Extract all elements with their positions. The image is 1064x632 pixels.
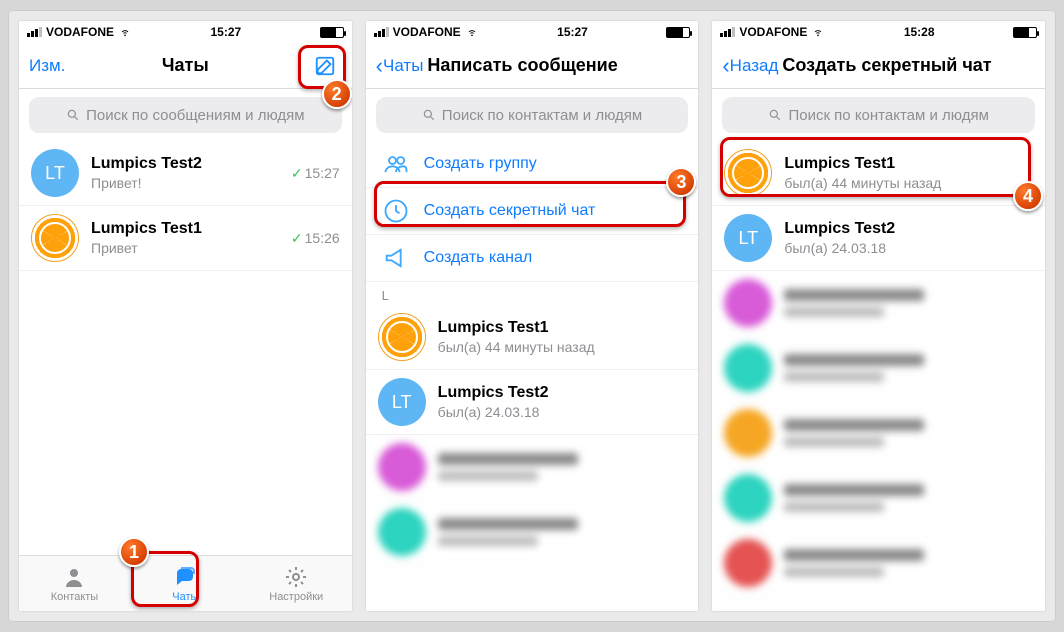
- nav-header: ‹Назад Создать секретный чат: [712, 43, 1045, 89]
- carrier-label: VODAFONE: [739, 25, 807, 39]
- search-placeholder: Поиск по сообщениям и людям: [86, 107, 305, 124]
- settings-icon: [283, 565, 309, 589]
- clock: 15:27: [557, 25, 588, 39]
- search-input[interactable]: Поиск по контактам и людям: [722, 97, 1035, 133]
- contact-row-blurred: [712, 271, 1045, 336]
- page-title: Написать сообщение: [423, 55, 688, 76]
- tab-settings[interactable]: Настройки: [241, 556, 352, 611]
- tutorial-triptych: VODAFONE 15:27 Изм. Чаты Поиск по сообще…: [8, 10, 1056, 622]
- status-bar: VODAFONE 15:27: [19, 21, 352, 43]
- contact-status: был(а) 44 минуты назад: [784, 175, 1033, 191]
- chat-time: ✓15:26: [291, 230, 340, 247]
- contact-status: был(а) 24.03.18: [438, 404, 687, 420]
- avatar: [31, 214, 79, 262]
- search-input[interactable]: Поиск по сообщениям и людям: [29, 97, 342, 133]
- search-placeholder: Поиск по контактам и людям: [788, 107, 988, 124]
- contact-row-blurred: [712, 466, 1045, 531]
- avatar: [724, 149, 772, 197]
- contact-row-blurred: [712, 336, 1045, 401]
- create-group-button[interactable]: Создать группу: [366, 141, 699, 188]
- screen-chats: VODAFONE 15:27 Изм. Чаты Поиск по сообще…: [19, 21, 352, 611]
- wifi-icon: [118, 27, 132, 37]
- contact-name: Lumpics Test2: [438, 384, 687, 402]
- compose-icon: [314, 55, 336, 77]
- signal-icon: [720, 27, 735, 37]
- battery-icon: [320, 27, 344, 38]
- contact-row-blurred: [712, 401, 1045, 466]
- chat-name: Lumpics Test2: [91, 155, 279, 173]
- contact-name: Lumpics Test1: [438, 319, 687, 337]
- page-title: Создать секретный чат: [778, 55, 1035, 76]
- contact-row[interactable]: Lumpics Test1 был(а) 44 минуты назад: [712, 141, 1045, 206]
- contact-row[interactable]: Lumpics Test1 был(а) 44 минуты назад: [366, 305, 699, 370]
- contact-row-blurred: [366, 435, 699, 500]
- battery-icon: [1013, 27, 1037, 38]
- secret-chat-icon: [382, 200, 410, 222]
- contact-row[interactable]: LT Lumpics Test2 был(а) 24.03.18: [366, 370, 699, 435]
- back-button[interactable]: ‹Чаты: [376, 55, 424, 77]
- signal-icon: [374, 27, 389, 37]
- tab-chats[interactable]: Чаты: [130, 556, 241, 611]
- back-button[interactable]: ‹Назад: [722, 55, 778, 77]
- avatar: [378, 313, 426, 361]
- tab-contacts[interactable]: Контакты: [19, 556, 130, 611]
- nav-header: ‹Чаты Написать сообщение: [366, 43, 699, 89]
- contact-row-blurred: [366, 500, 699, 565]
- avatar: LT: [378, 378, 426, 426]
- search-input[interactable]: Поиск по контактам и людям: [376, 97, 689, 133]
- chat-time: ✓15:27: [291, 165, 340, 182]
- edit-button[interactable]: Изм.: [29, 56, 65, 76]
- screen-create-secret: VODAFONE 15:28 ‹Назад Создать секретный …: [712, 21, 1045, 611]
- clock: 15:28: [904, 25, 935, 39]
- status-bar: VODAFONE 15:27: [366, 21, 699, 43]
- compose-button[interactable]: [308, 49, 342, 83]
- wifi-icon: [811, 27, 825, 37]
- chat-preview: Привет!: [91, 175, 279, 191]
- contact-status: был(а) 24.03.18: [784, 240, 1033, 256]
- section-header-l: L: [366, 282, 699, 305]
- clock: 15:27: [210, 25, 241, 39]
- search-placeholder: Поиск по контактам и людям: [442, 107, 642, 124]
- screen-new-message: VODAFONE 15:27 ‹Чаты Написать сообщение …: [366, 21, 699, 611]
- carrier-label: VODAFONE: [46, 25, 114, 39]
- group-icon: [382, 153, 410, 175]
- chats-icon: [172, 565, 198, 589]
- contact-name: Lumpics Test1: [784, 155, 1033, 173]
- signal-icon: [27, 27, 42, 37]
- contact-row[interactable]: LT Lumpics Test2 был(а) 24.03.18: [712, 206, 1045, 271]
- search-icon: [66, 108, 80, 122]
- search-icon: [768, 108, 782, 122]
- create-secret-chat-button[interactable]: Создать секретный чат: [366, 188, 699, 235]
- page-title: Чаты: [162, 55, 209, 76]
- contact-status: был(а) 44 минуты назад: [438, 339, 687, 355]
- contact-row-blurred: [712, 531, 1045, 596]
- create-channel-button[interactable]: Создать канал: [366, 235, 699, 282]
- nav-header: Изм. Чаты: [19, 43, 352, 89]
- battery-icon: [666, 27, 690, 38]
- chat-name: Lumpics Test1: [91, 220, 279, 238]
- chat-row[interactable]: LT Lumpics Test2 Привет! ✓15:27: [19, 141, 352, 206]
- chat-preview: Привет: [91, 240, 279, 256]
- avatar: LT: [724, 214, 772, 262]
- avatar: LT: [31, 149, 79, 197]
- search-icon: [422, 108, 436, 122]
- contact-name: Lumpics Test2: [784, 220, 1033, 238]
- status-bar: VODAFONE 15:28: [712, 21, 1045, 43]
- channel-icon: [382, 247, 410, 269]
- tab-bar: Контакты Чаты Настройки: [19, 555, 352, 611]
- wifi-icon: [465, 27, 479, 37]
- chat-row[interactable]: Lumpics Test1 Привет ✓15:26: [19, 206, 352, 271]
- contacts-icon: [61, 565, 87, 589]
- carrier-label: VODAFONE: [393, 25, 461, 39]
